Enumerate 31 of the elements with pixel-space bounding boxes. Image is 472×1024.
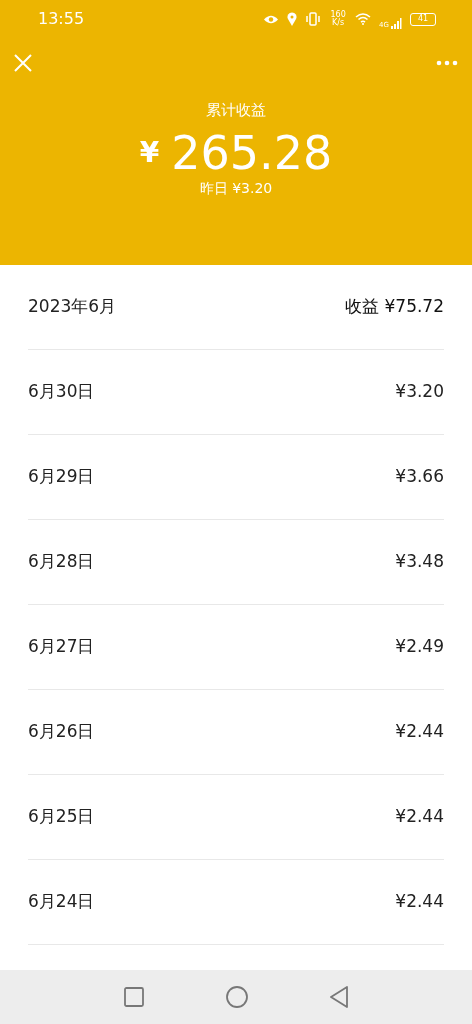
- status-time: 13:55: [38, 8, 85, 30]
- currency-symbol: ¥: [139, 134, 160, 171]
- day-date: 6月26日: [28, 720, 95, 744]
- month-earnings: 收益 ¥75.72: [345, 295, 444, 319]
- back-icon[interactable]: [330, 986, 348, 1008]
- day-date: 6月28日: [28, 550, 95, 574]
- location-icon: [287, 12, 298, 26]
- day-date: 6月29日: [28, 465, 95, 489]
- day-date: 6月25日: [28, 805, 95, 829]
- day-amount: ¥3.48: [395, 550, 444, 574]
- day-amount: ¥3.66: [395, 465, 444, 489]
- day-amount: ¥2.44: [395, 805, 444, 829]
- month-label: 2023年6月: [28, 295, 117, 319]
- vibrate-icon: [305, 12, 322, 26]
- home-icon[interactable]: [226, 986, 248, 1008]
- signal-icon: [390, 17, 402, 29]
- day-amount: ¥3.20: [395, 380, 444, 404]
- day-amount: ¥2.49: [395, 635, 444, 659]
- total-earnings: 265.28: [171, 129, 333, 176]
- total-earnings-label: 累计收益: [205, 100, 267, 121]
- day-amount: ¥2.44: [395, 890, 444, 914]
- wifi-icon: [355, 13, 372, 25]
- network-speed: 160 K/s: [329, 11, 347, 27]
- battery-indicator: 41: [410, 12, 436, 26]
- recent-apps-icon[interactable]: [124, 987, 144, 1007]
- day-date: 6月30日: [28, 380, 95, 404]
- day-amount: ¥2.44: [395, 720, 444, 744]
- eye-icon: [263, 13, 280, 25]
- day-date: 6月24日: [28, 890, 95, 914]
- yesterday-earnings: 昨日 ¥3.20: [199, 179, 273, 196]
- day-date: 6月27日: [28, 635, 95, 659]
